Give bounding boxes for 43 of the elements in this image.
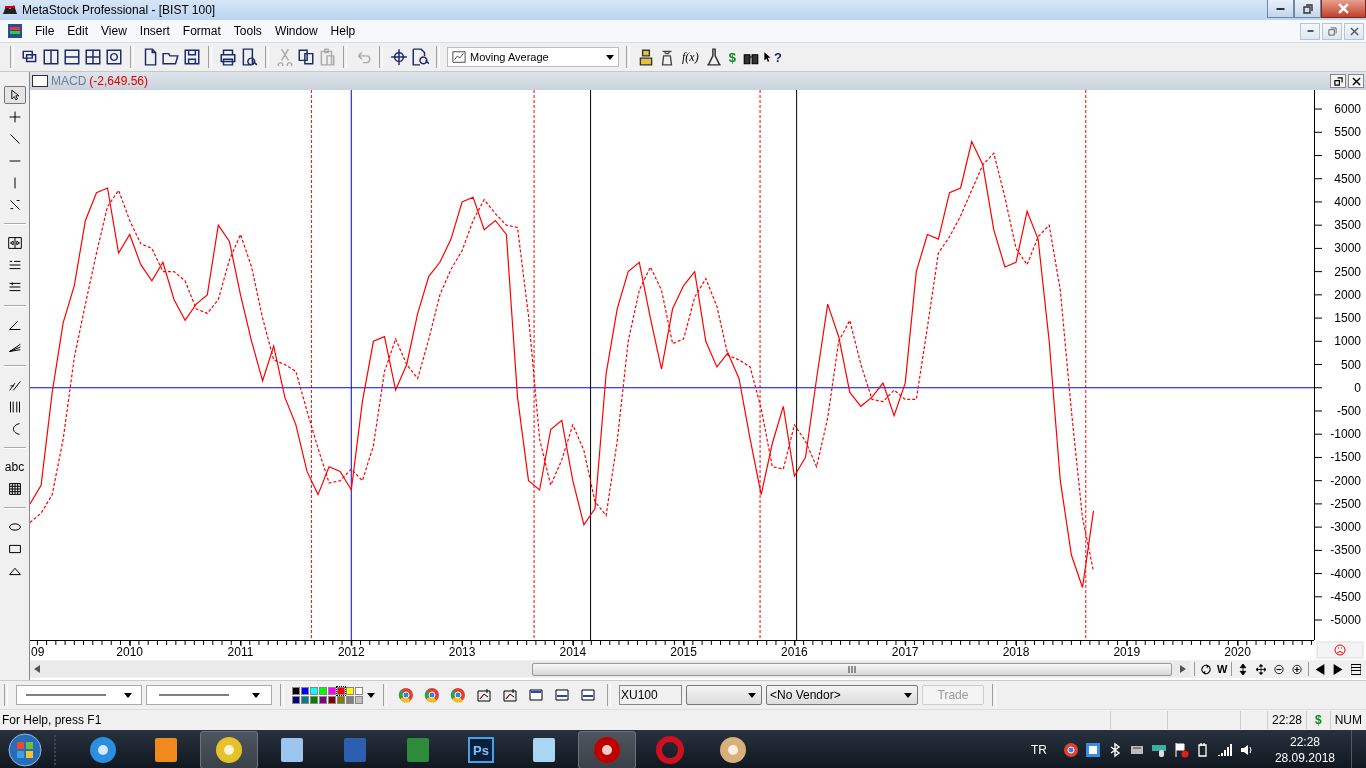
axis-label: 5500: [1334, 125, 1361, 140]
indicator-reading: (-2,649.56): [89, 74, 149, 88]
help-text: For Help, press F1: [1, 713, 103, 727]
axis-label: 2500: [1334, 264, 1361, 279]
axis-label: 2012: [337, 645, 365, 659]
axis-label: -3000: [1330, 520, 1361, 535]
axis-label: 4500: [1334, 171, 1361, 186]
axis-label: 2019: [1113, 645, 1141, 659]
axis-label: 1500: [1334, 311, 1361, 326]
axis-label: 2020: [1224, 645, 1251, 659]
axis-label: 2013: [448, 645, 476, 659]
axis-label: 500: [1340, 357, 1361, 372]
axis-label: -3500: [1330, 543, 1361, 558]
axis-label: 2000: [1334, 287, 1361, 302]
chart-title: MACD: [51, 74, 87, 88]
axis-label: -500: [1336, 404, 1361, 418]
axis-label: 2018: [1002, 645, 1030, 659]
status-time: 22:28: [1266, 711, 1306, 729]
num-lock-indicator: NUM: [1329, 711, 1366, 729]
axis-label: 5000: [1334, 148, 1361, 163]
axis-label: 2016: [781, 645, 808, 659]
axis-label: 6000: [1334, 102, 1361, 117]
currency-indicator: $: [1306, 711, 1330, 729]
axis-label: 2017: [891, 645, 919, 659]
window-title: MetaStock Professional - [BIST 100]: [22, 3, 216, 17]
axis-label: 4000: [1334, 194, 1361, 209]
axis-label: -5000: [1330, 613, 1361, 628]
axis-label: -1000: [1330, 427, 1361, 442]
axis-label: 09: [31, 645, 45, 659]
axis-label: -2000: [1330, 473, 1361, 488]
app-tile: Ps: [468, 737, 494, 763]
axis-label: -4000: [1330, 566, 1361, 581]
axis-label: 3500: [1334, 218, 1361, 233]
axis-label: 1000: [1334, 334, 1361, 349]
axis-label: -1500: [1330, 450, 1361, 465]
axis-label: -4500: [1330, 589, 1361, 604]
axis-label: 2010: [116, 645, 144, 659]
axis-label: 3000: [1334, 241, 1361, 256]
axis-label: -2500: [1330, 496, 1361, 511]
axis-label: 2014: [559, 645, 587, 659]
axis-label: 0: [1354, 380, 1361, 395]
axis-label: 2015: [670, 645, 697, 659]
axis-label: 2011: [227, 645, 254, 659]
